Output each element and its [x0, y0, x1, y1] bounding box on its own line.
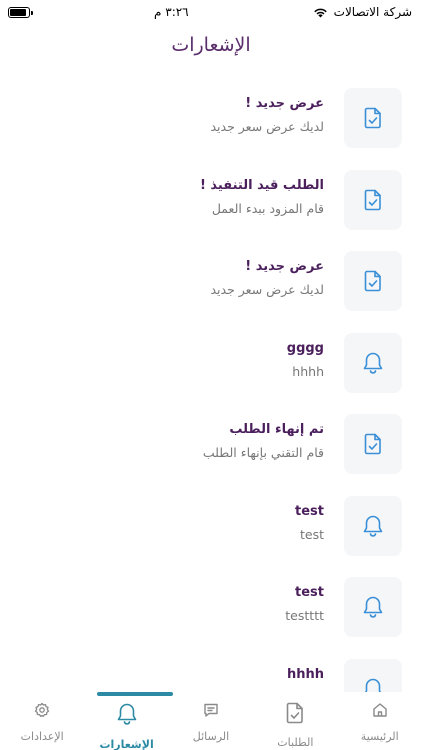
- tab-label: الإعدادات: [20, 730, 64, 743]
- notification-text: تم إنهاء الطلب قام التقني بإنهاء الطلب: [203, 422, 324, 460]
- status-bar: ٣:٢٦ م شركة الاتصالات: [0, 0, 422, 24]
- document-check-icon: [344, 251, 402, 311]
- notification-body: test: [299, 526, 324, 542]
- active-tab-indicator: [97, 692, 173, 696]
- battery-icon: [8, 6, 33, 18]
- notification-text: الطلب قيد التنفيذ ! قام المزود ببدء العمل: [200, 178, 324, 216]
- document-check-icon: [344, 414, 402, 474]
- status-time: ٣:٢٦ م: [154, 5, 189, 19]
- carrier-name: شركة الاتصالات: [333, 5, 412, 19]
- bell-icon: [344, 332, 402, 393]
- home-icon: [372, 702, 388, 722]
- bell-icon: [116, 702, 138, 730]
- notification-body: hhhh: [292, 363, 324, 379]
- notification-body: قام المزود ببدء العمل: [211, 200, 324, 216]
- notification-item[interactable]: تم إنهاء الطلب قام التقني بإنهاء الطلب: [0, 410, 422, 490]
- status-carrier-group: شركة الاتصالات: [313, 5, 412, 19]
- tab-bell[interactable]: الإشعارات: [85, 692, 169, 750]
- notification-title: تم إنهاء الطلب: [229, 422, 324, 437]
- tab-label: الرسائل: [192, 730, 230, 743]
- document-check-icon: [344, 169, 402, 230]
- notification-title: test: [295, 585, 324, 600]
- notification-item[interactable]: gggg hhhh: [0, 329, 422, 409]
- notification-body: testttt: [285, 608, 324, 623]
- bell-icon: [344, 577, 402, 637]
- notification-item[interactable]: عرض جديد ! لديك عرض سعر جديد: [0, 84, 422, 164]
- tab-label: الإشعارات: [99, 738, 154, 750]
- tab-home[interactable]: الرئيسية: [338, 692, 422, 743]
- tab-message[interactable]: الرسائل: [169, 692, 253, 743]
- notification-item[interactable]: test testttt: [0, 573, 422, 653]
- notification-title: عرض جديد !: [245, 96, 324, 111]
- bell-icon: [344, 495, 402, 556]
- notification-item[interactable]: عرض جديد ! لديك عرض سعر جديد: [0, 247, 422, 327]
- wifi-icon: [313, 8, 327, 18]
- notification-text: hhhh: [287, 667, 324, 690]
- notification-text: test testttt: [285, 585, 324, 623]
- page-title: الإشعارات: [171, 34, 251, 56]
- gear-icon: [34, 702, 50, 722]
- notification-text: عرض جديد ! لديك عرض سعر جديد: [210, 96, 324, 134]
- notification-title: test: [295, 503, 324, 519]
- notification-item[interactable]: الطلب قيد التنفيذ ! قام المزود ببدء العمل: [0, 166, 422, 246]
- notification-body: لديك عرض سعر جديد: [210, 282, 324, 297]
- document-check-icon: [285, 702, 305, 728]
- notification-body: قام التقني بإنهاء الطلب: [202, 445, 324, 460]
- notification-text: gggg hhhh: [287, 341, 324, 379]
- message-icon: [203, 702, 219, 722]
- notification-text: عرض جديد ! لديك عرض سعر جديد: [210, 259, 324, 297]
- document-check-icon: [344, 88, 402, 148]
- tab-label: الطلبات: [277, 736, 314, 749]
- tab-document-check[interactable]: الطلبات: [253, 692, 337, 749]
- notification-item[interactable]: test test: [0, 492, 422, 572]
- notification-list[interactable]: عرض جديد ! لديك عرض سعر جديد الطلب قيد الت…: [0, 84, 422, 696]
- notification-body: لديك عرض سعر جديد: [210, 119, 324, 134]
- tab-bar: الرئيسية الطلبات الرسائل الإشعارات الإعدادات: [0, 692, 422, 750]
- battery-level: [10, 8, 27, 16]
- tab-gear[interactable]: الإعدادات: [0, 692, 84, 743]
- notification-title: hhhh: [286, 666, 324, 682]
- notification-text: test test: [295, 504, 324, 542]
- tab-label: الرئيسية: [360, 730, 399, 743]
- notification-item[interactable]: hhhh: [0, 655, 422, 696]
- notification-title: الطلب قيد التنفيذ !: [199, 177, 324, 193]
- notification-title: عرض جديد !: [245, 259, 324, 274]
- notification-title: gggg: [286, 340, 324, 356]
- bell-icon: [344, 658, 402, 696]
